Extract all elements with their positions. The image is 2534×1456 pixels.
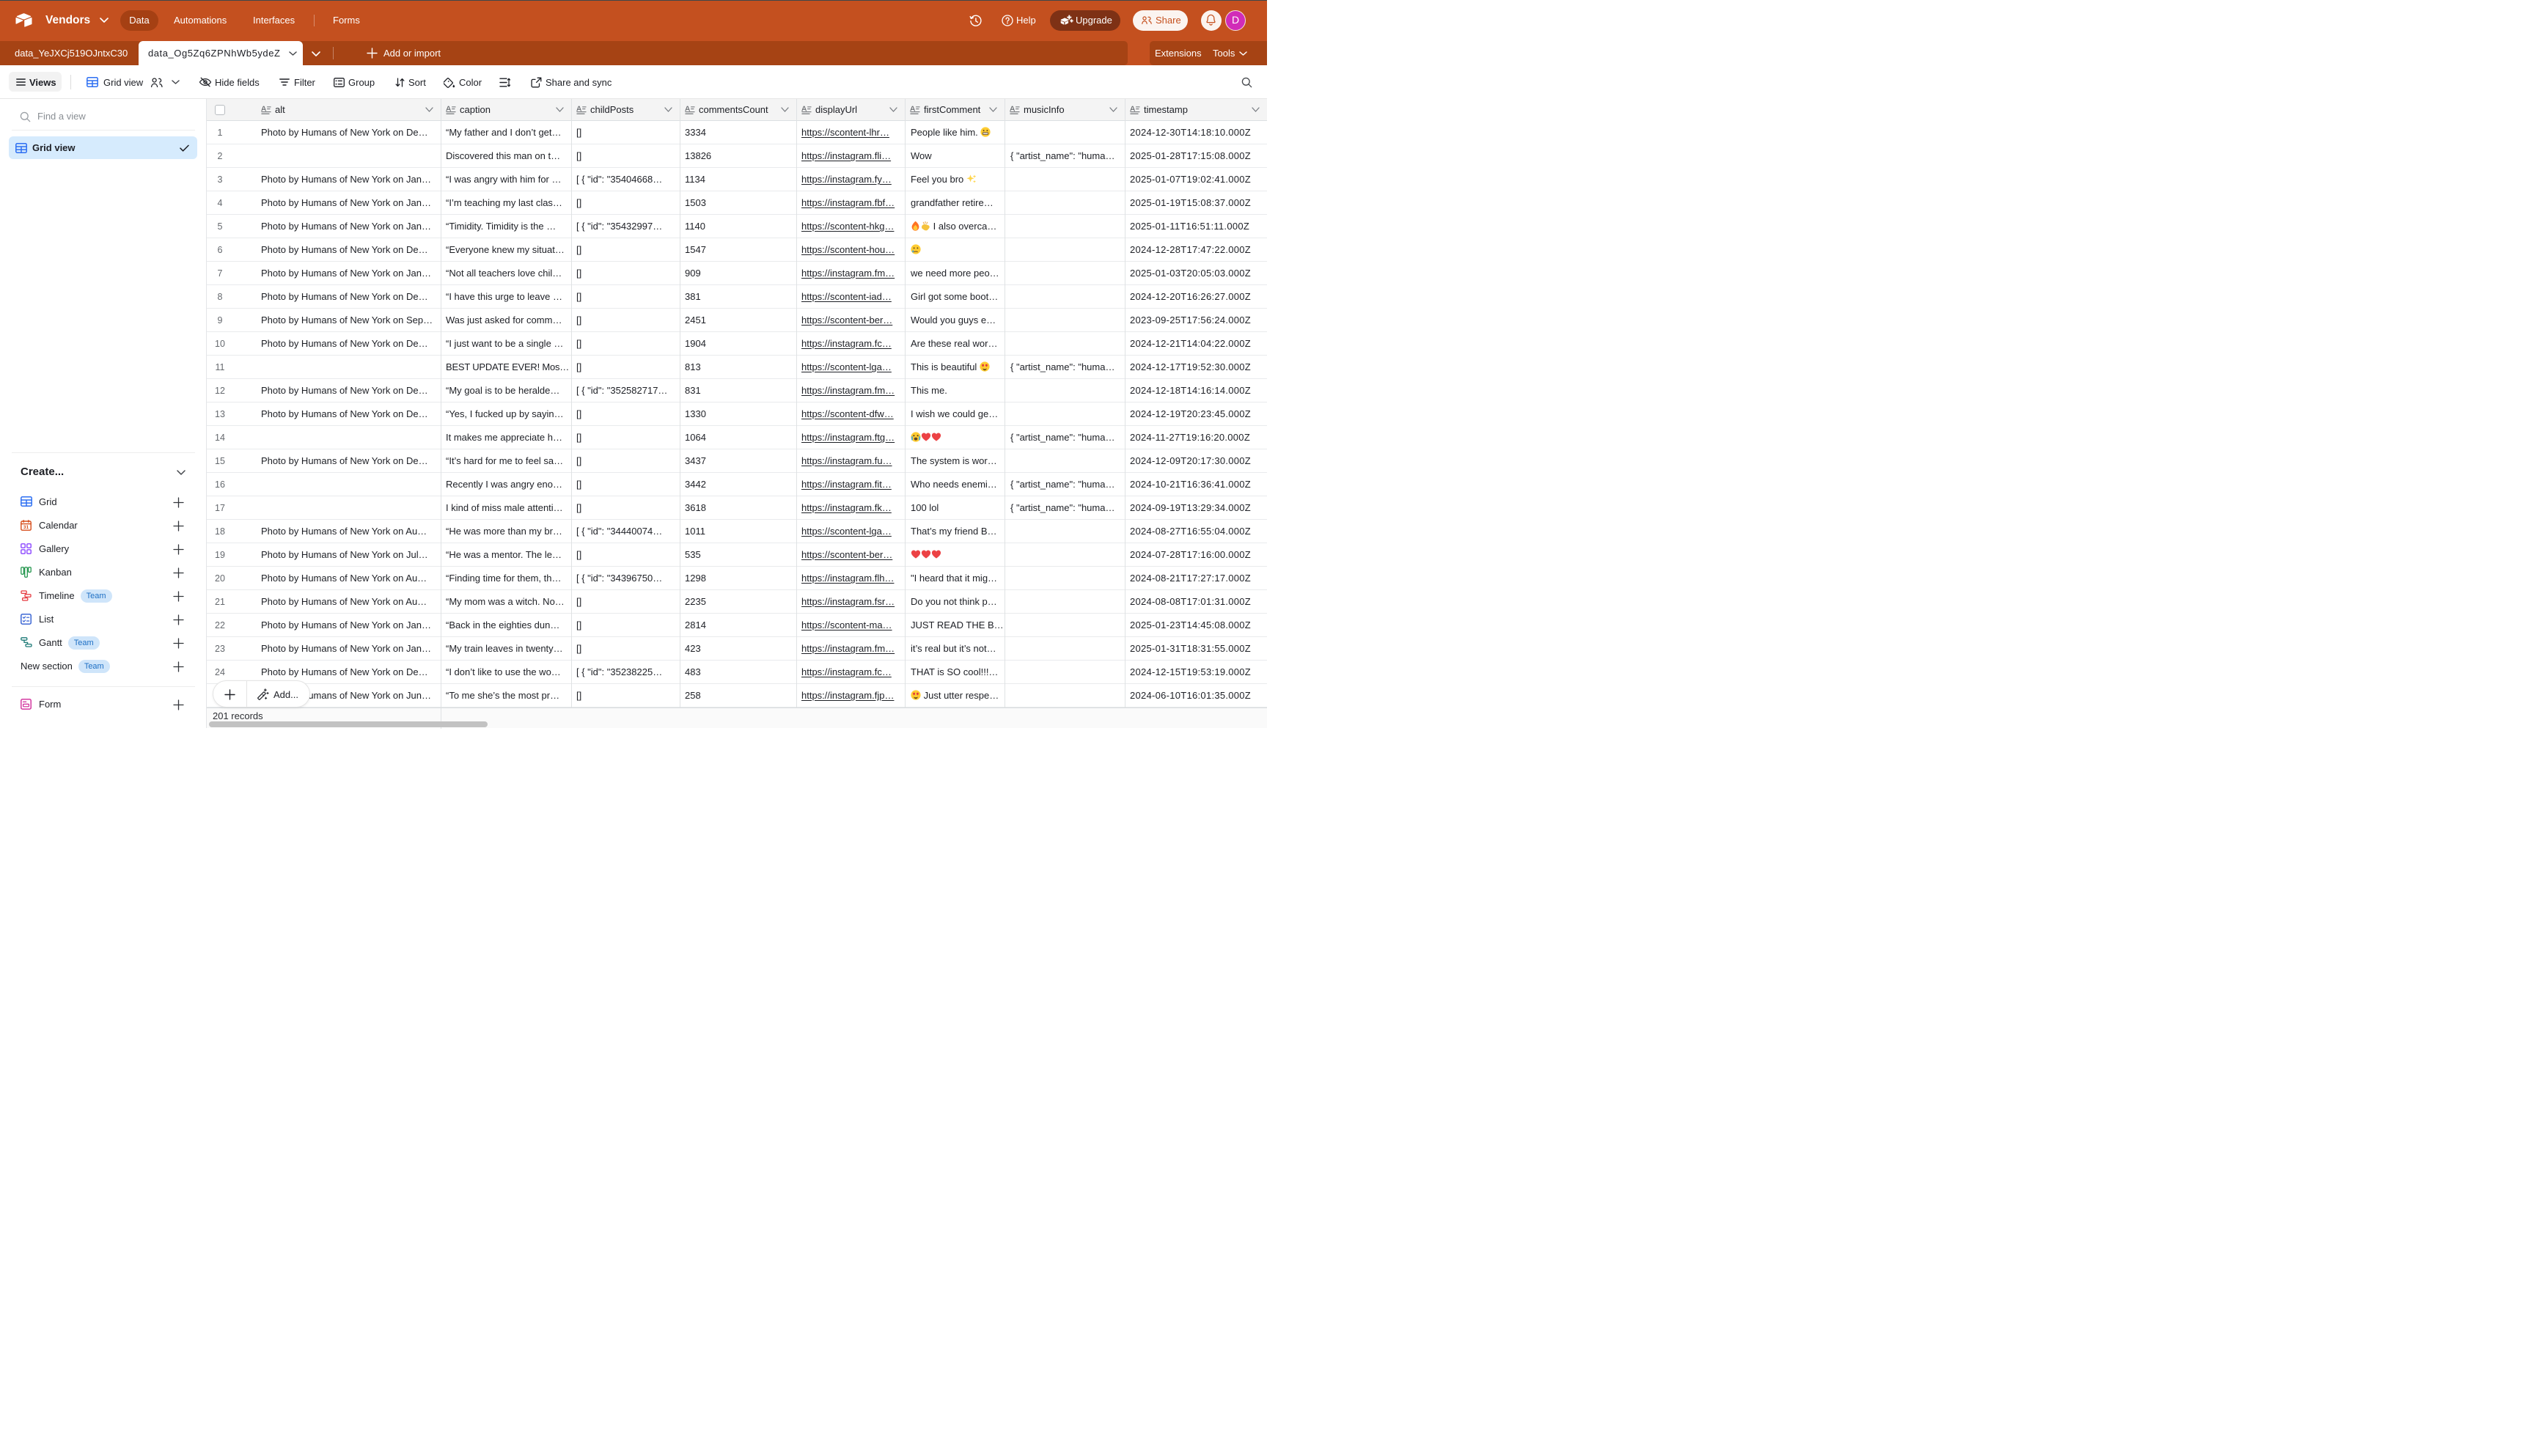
svg-text:31: 31 bbox=[23, 525, 29, 530]
